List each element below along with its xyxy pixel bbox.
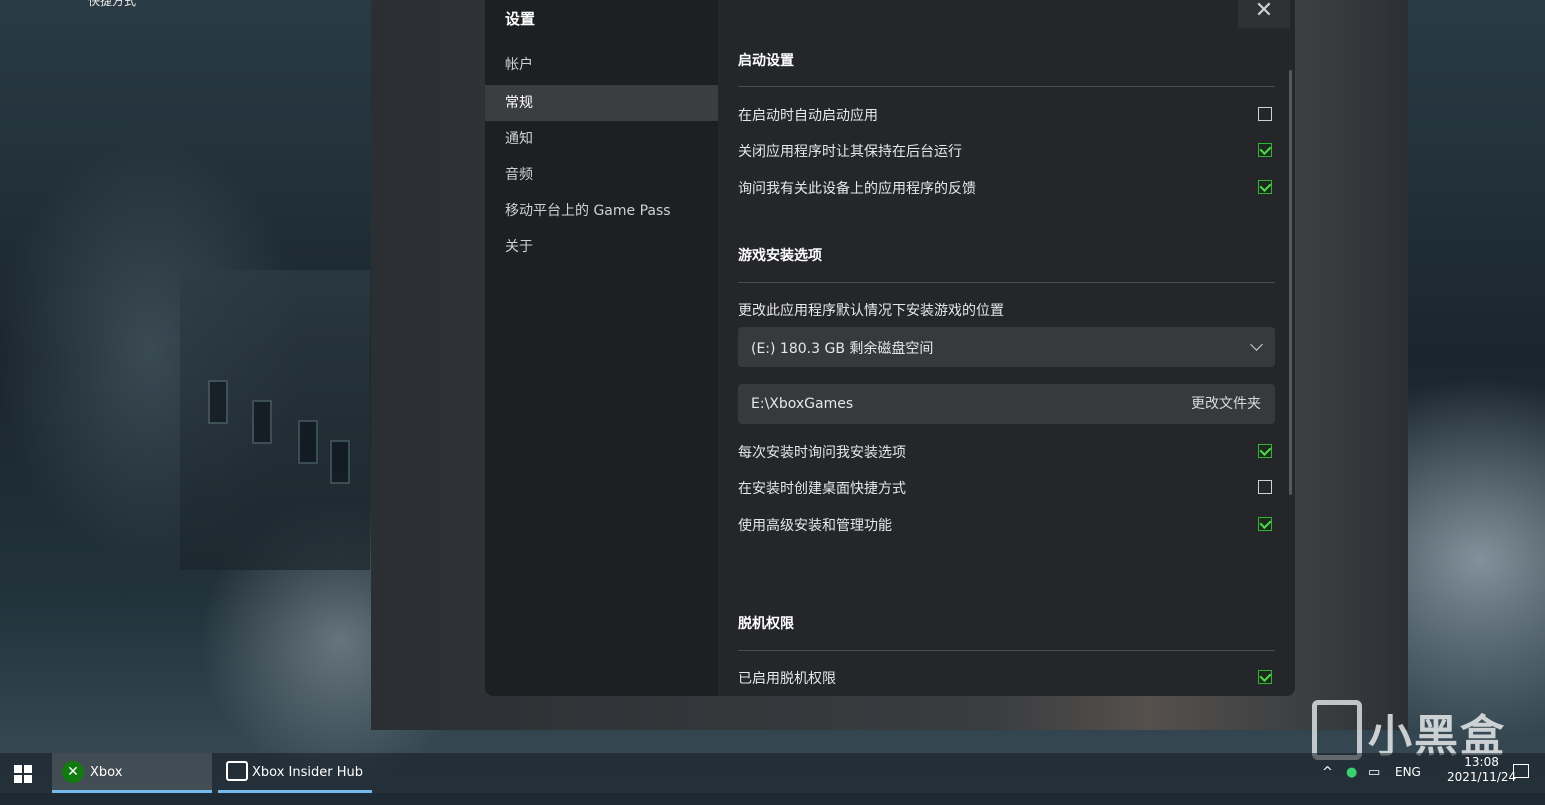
desktop-shortcut-label[interactable]: 快捷方式 [88, 0, 136, 9]
xbox-icon: ✕ [62, 761, 84, 783]
checkbox-offline-enabled[interactable] [1258, 670, 1272, 684]
option-label-feedback: 询问我有关此设备上的应用程序的反馈 [738, 181, 976, 197]
checkbox-advanced-management[interactable] [1258, 517, 1272, 531]
watermark-logo-icon [1312, 700, 1362, 760]
change-folder-button[interactable]: 更改文件夹 [1191, 393, 1261, 413]
clock-time: 13:08 [1464, 755, 1499, 769]
notification-center-icon[interactable] [1513, 764, 1529, 778]
nav-item-game-pass-mobile[interactable]: 移动平台上的 Game Pass [485, 193, 718, 229]
network-status-icon[interactable]: ● [1346, 765, 1357, 780]
clock[interactable]: 13:08 2021/11/24 [1447, 755, 1516, 795]
insider-hub-icon [226, 761, 248, 781]
option-label-auto-launch: 在启动时自动启动应用 [738, 108, 878, 124]
option-label-desktop-shortcut: 在安装时创建桌面快捷方式 [738, 481, 906, 497]
settings-title: 设置 [505, 10, 536, 28]
taskbar-app-insider-hub[interactable]: Xbox Insider Hub [218, 753, 372, 793]
content-scrollbar[interactable] [1289, 70, 1292, 495]
nav-item-about[interactable]: 关于 [485, 229, 718, 265]
divider [738, 650, 1275, 651]
checkbox-desktop-shortcut[interactable] [1258, 480, 1272, 494]
checkbox-feedback[interactable] [1258, 180, 1272, 194]
wallpaper-window [252, 400, 272, 444]
divider [738, 282, 1275, 283]
wallpaper-window [208, 380, 228, 424]
settings-content: 启动设置 在启动时自动启动应用 关闭应用程序时让其保持在后台运行 询问我有关此设… [738, 0, 1275, 696]
chevron-down-icon [1250, 338, 1263, 351]
settings-nav: 设置 帐户 常规 通知 音频 移动平台上的 Game Pass 关于 [485, 0, 718, 696]
option-label-keep-background: 关闭应用程序时让其保持在后台运行 [738, 144, 962, 160]
wallpaper-window [330, 440, 350, 484]
clock-date: 2021/11/24 [1447, 770, 1517, 784]
wallpaper-window [298, 420, 318, 464]
wallpaper-building [180, 270, 370, 570]
install-drive-value: (E:) 180.3 GB 剩余磁盘空间 [751, 341, 934, 357]
install-drive-dropdown[interactable]: (E:) 180.3 GB 剩余磁盘空间 [738, 327, 1275, 367]
taskbar-app-label: Xbox Insider Hub [252, 765, 363, 780]
windows-start-icon[interactable] [14, 765, 32, 783]
section-title-offline: 脱机权限 [738, 616, 794, 632]
nav-item-notifications[interactable]: 通知 [485, 121, 718, 157]
option-label-advanced-management: 使用高级安装和管理功能 [738, 518, 892, 534]
nav-item-audio[interactable]: 音频 [485, 157, 718, 193]
install-path-box: E:\XboxGames 更改文件夹 [738, 384, 1275, 424]
section-title-startup: 启动设置 [738, 53, 794, 69]
nav-item-general[interactable]: 常规 [485, 85, 718, 121]
option-label-offline-enabled: 已启用脱机权限 [738, 671, 836, 687]
option-label-ask-install-options: 每次安装时询问我安装选项 [738, 445, 906, 461]
install-location-label: 更改此应用程序默认情况下安装游戏的位置 [738, 303, 1004, 319]
taskbar-app-xbox[interactable]: ✕ Xbox [52, 753, 212, 793]
taskbar-app-label: Xbox [90, 765, 123, 780]
battery-icon[interactable]: ▭ [1368, 765, 1380, 780]
checkbox-auto-launch[interactable] [1258, 107, 1272, 121]
nav-item-account[interactable]: 帐户 [485, 47, 718, 83]
divider [738, 86, 1275, 87]
input-language[interactable]: ENG [1395, 765, 1421, 805]
section-title-install: 游戏安装选项 [738, 248, 822, 264]
checkbox-keep-background[interactable] [1258, 143, 1272, 157]
taskbar: ✕ Xbox Xbox Insider Hub ^ ● ▭ ENG 13:08 … [0, 753, 1545, 793]
install-path-value: E:\XboxGames [751, 396, 854, 412]
checkbox-ask-install-options[interactable] [1258, 444, 1272, 458]
chevron-up-icon[interactable]: ^ [1322, 765, 1333, 780]
settings-dialog: 设置 帐户 常规 通知 音频 移动平台上的 Game Pass 关于 ✕ 启动设… [485, 0, 1295, 696]
